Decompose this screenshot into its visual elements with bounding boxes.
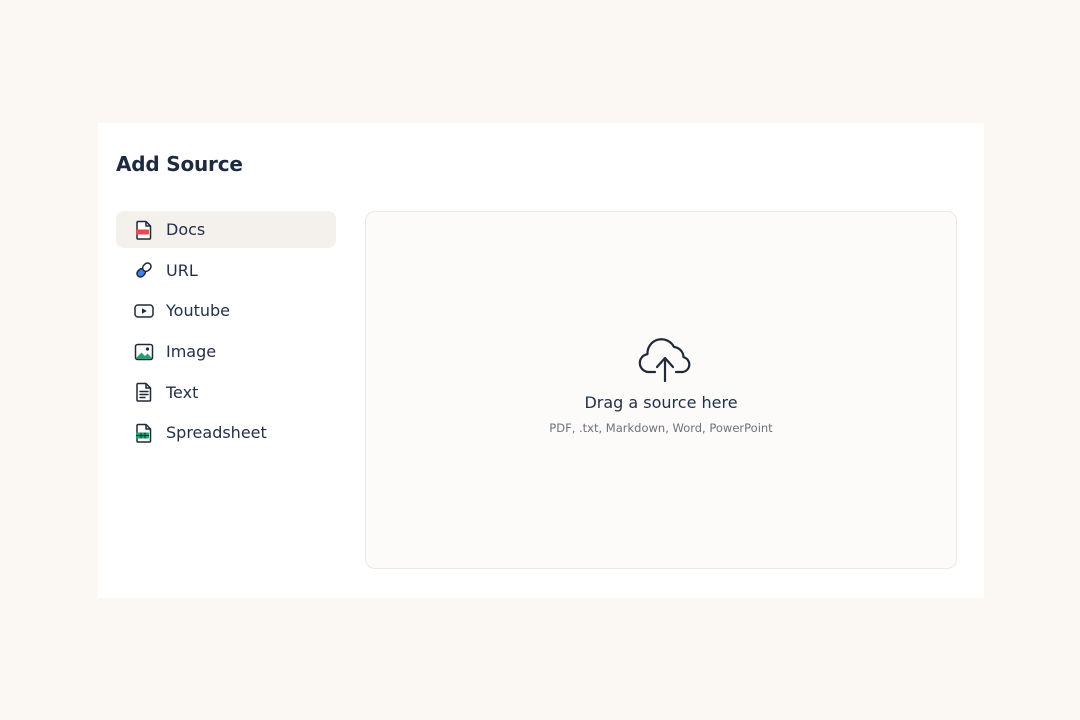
dropzone-supported-formats: PDF, .txt, Markdown, Word, PowerPoint <box>549 421 773 435</box>
source-type-list: Docs URL Youtube Image Text Spreadsheet <box>116 211 336 455</box>
dropzone-title: Drag a source here <box>584 393 738 412</box>
source-item-url[interactable]: URL <box>116 252 336 289</box>
source-item-label: Docs <box>166 220 206 239</box>
text-document-icon <box>134 382 154 402</box>
source-item-label: Spreadsheet <box>166 423 267 443</box>
link-icon <box>134 260 154 280</box>
source-item-text[interactable]: Text <box>116 374 336 411</box>
source-item-label: URL <box>166 260 198 280</box>
youtube-play-icon <box>134 301 154 321</box>
source-item-spreadsheet[interactable]: Spreadsheet <box>116 414 336 451</box>
dialog-title: Add Source <box>116 152 243 176</box>
source-item-label: Text <box>166 382 199 402</box>
image-icon <box>134 342 154 362</box>
source-item-image[interactable]: Image <box>116 333 336 370</box>
source-item-label: Youtube <box>166 301 230 321</box>
spreadsheet-icon <box>134 423 154 443</box>
add-source-dialog: Add Source Docs URL Youtube Image Text S… <box>98 123 984 598</box>
file-dropzone[interactable]: Drag a source here PDF, .txt, Markdown, … <box>365 211 957 569</box>
pdf-file-icon <box>134 220 154 240</box>
source-item-label: Image <box>166 342 217 362</box>
source-item-youtube[interactable]: Youtube <box>116 292 336 329</box>
source-item-docs[interactable]: Docs <box>116 211 336 248</box>
cloud-upload-icon <box>636 336 696 384</box>
